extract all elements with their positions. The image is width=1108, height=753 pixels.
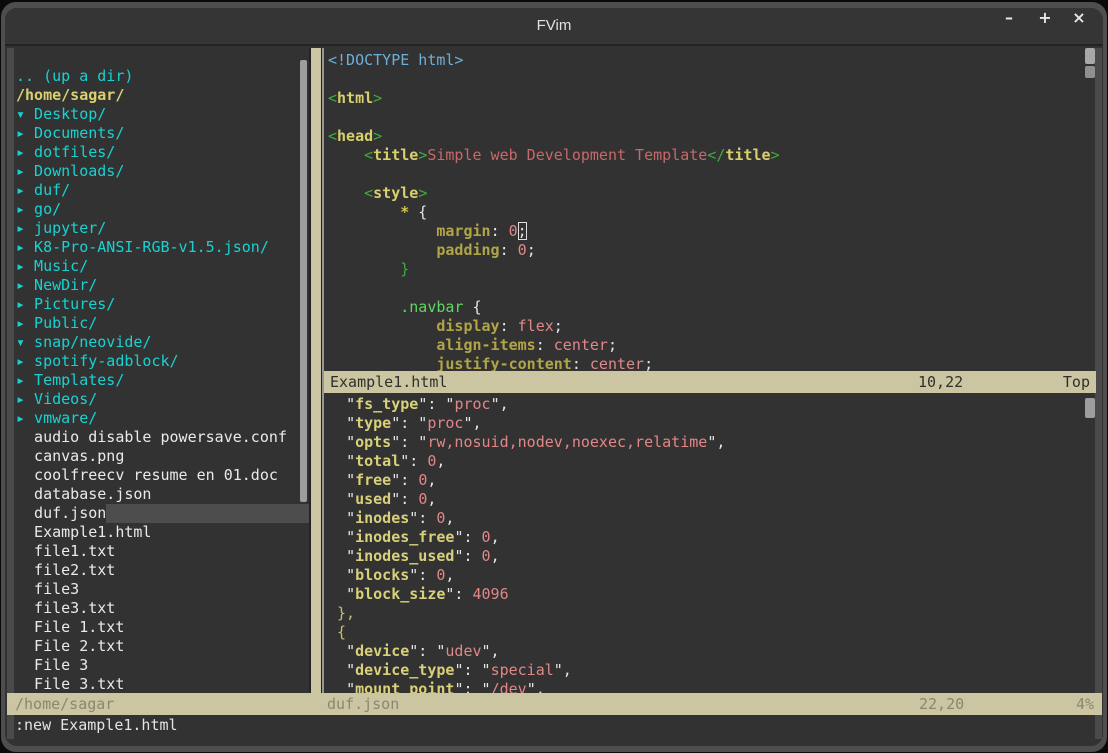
code-line: <head> — [328, 127, 1088, 146]
code-line — [328, 279, 1088, 298]
code-line: "block_size": 4096 — [328, 585, 1088, 604]
tree-item[interactable]: ▸ Pictures/ — [16, 295, 309, 314]
code-line: "inodes_free": 0, — [328, 528, 1088, 547]
tree-item[interactable]: ▸ Public/ — [16, 314, 309, 333]
window-title: FVim — [5, 17, 1103, 34]
code-line: { — [328, 623, 1088, 642]
tree-item[interactable]: ▸ NewDir/ — [16, 276, 309, 295]
tree-item[interactable]: ▸ Templates/ — [16, 371, 309, 390]
statusline-filename: duf.json — [327, 693, 399, 715]
left-frame-strip — [7, 48, 14, 739]
tree-item[interactable]: /home/sagar/ — [16, 86, 309, 105]
statusline-ruler: 22,20 — [919, 693, 964, 715]
maximize-button[interactable]: + — [1030, 8, 1060, 46]
code-line: "total": 0, — [328, 452, 1088, 471]
right-frame-strip — [1095, 48, 1102, 739]
tree-item[interactable]: ▾ snap/neovide/ — [16, 333, 309, 352]
tree-item[interactable]: ▸ K8-Pro-ANSI-RGB-v1.5.json/ — [16, 238, 309, 257]
code-line: "device_type": "special", — [328, 661, 1088, 680]
tree-item[interactable]: ▸ vmware/ — [16, 409, 309, 428]
code-line: "device": "udev", — [328, 642, 1088, 661]
code-line: align-items: center; — [328, 336, 1088, 355]
code-line: }, — [328, 604, 1088, 623]
statusline-sidebar-path: /home/sagar — [15, 693, 114, 715]
split-separator[interactable] — [309, 48, 322, 693]
code-line: } — [328, 260, 1088, 279]
statusline-scroll-position: Top — [1063, 371, 1090, 393]
statusline-filename: Example1.html — [330, 371, 447, 393]
tree-item[interactable]: ▸ Videos/ — [16, 390, 309, 409]
tree-item[interactable]: File 2.txt — [16, 637, 309, 656]
tree-item[interactable]: File 3 — [16, 656, 309, 675]
tree-item[interactable]: File 1.txt — [16, 618, 309, 637]
code-line: <style> — [328, 184, 1088, 203]
tree-item[interactable]: audio disable powersave.conf — [16, 428, 309, 447]
statusline-ruler: 10,22 — [918, 371, 963, 393]
close-button[interactable]: × — [1064, 8, 1094, 46]
fvim-window: FVim – + × .. (up a dir)/home/sagar/▾ De… — [5, 8, 1103, 746]
code-line: <title>Simple web Development Template</… — [328, 146, 1088, 165]
code-line: "blocks": 0, — [328, 566, 1088, 585]
code-line: margin: 0; — [328, 222, 1088, 241]
code-line — [328, 108, 1088, 127]
tree-item[interactable]: file2.txt — [16, 561, 309, 580]
tree-item[interactable]: ▸ Music/ — [16, 257, 309, 276]
editor-top-scrollbar-thumb[interactable] — [1085, 48, 1095, 64]
code-line: .navbar { — [328, 298, 1088, 317]
tree-item[interactable]: canvas.png — [16, 447, 309, 466]
editor-top-scrollbar-thumb-2[interactable] — [1085, 66, 1095, 78]
code-line: "used": 0, — [328, 490, 1088, 509]
tree-item[interactable]: coolfreecv resume en 01.doc — [16, 466, 309, 485]
code-line: * { — [328, 203, 1088, 222]
code-line: display: flex; — [328, 317, 1088, 336]
statusline-scroll-position: 4% — [1076, 693, 1094, 715]
code-line: <html> — [328, 89, 1088, 108]
code-line: "opts": "rw,nosuid,nodev,noexec,relatime… — [328, 433, 1088, 452]
code-line — [328, 70, 1088, 89]
tree-item[interactable]: .. (up a dir) — [16, 67, 309, 86]
statusline-inactive: /home/sagar duf.json 22,20 4% — [7, 693, 1102, 715]
code-line: "type": "proc", — [328, 414, 1088, 433]
tree-item[interactable]: duf.json — [16, 504, 309, 523]
tree-item[interactable]: database.json — [16, 485, 309, 504]
code-line: padding: 0; — [328, 241, 1088, 260]
tree-item[interactable]: ▾ Desktop/ — [16, 105, 309, 124]
tree-item[interactable]: Example1.html — [16, 523, 309, 542]
tree-item[interactable]: ▸ Documents/ — [16, 124, 309, 143]
code-line: <!DOCTYPE html> — [328, 51, 1088, 70]
tree-item[interactable]: ▸ spotify-adblock/ — [16, 352, 309, 371]
editor-bottom-json[interactable]: "fs_type": "proc", "type": "proc", "opts… — [328, 395, 1088, 699]
tree-item[interactable]: ▸ go/ — [16, 200, 309, 219]
titlebar[interactable]: FVim – + × — [5, 8, 1103, 46]
code-line: "inodes_used": 0, — [328, 547, 1088, 566]
sidebar-scrollbar-thumb[interactable] — [300, 60, 307, 502]
minimize-button[interactable]: – — [994, 8, 1024, 46]
tree-item[interactable]: file1.txt — [16, 542, 309, 561]
editor-top-html[interactable]: <!DOCTYPE html> <html> <head> <title>Simpl… — [328, 51, 1088, 374]
code-line: "inodes": 0, — [328, 509, 1088, 528]
tree-item[interactable]: File 3.txt — [16, 675, 309, 694]
file-tree[interactable]: .. (up a dir)/home/sagar/▾ Desktop/▸ Doc… — [16, 67, 309, 694]
window-frame: FVim – + × .. (up a dir)/home/sagar/▾ De… — [1, 2, 1107, 752]
statusline-active: Example1.html 10,22 Top — [324, 371, 1096, 393]
code-line: "fs_type": "proc", — [328, 395, 1088, 414]
editor-bottom-scrollbar-thumb[interactable] — [1085, 398, 1095, 418]
tree-item[interactable]: ▸ jupyter/ — [16, 219, 309, 238]
tree-item[interactable]: ▸ duf/ — [16, 181, 309, 200]
tree-item[interactable]: ▸ dotfiles/ — [16, 143, 309, 162]
tree-item[interactable]: file3.txt — [16, 599, 309, 618]
code-line — [328, 165, 1088, 184]
tree-item[interactable]: file3 — [16, 580, 309, 599]
command-line[interactable]: :new Example1.html — [7, 715, 1102, 741]
code-line: "free": 0, — [328, 471, 1088, 490]
tree-item[interactable]: ▸ Downloads/ — [16, 162, 309, 181]
